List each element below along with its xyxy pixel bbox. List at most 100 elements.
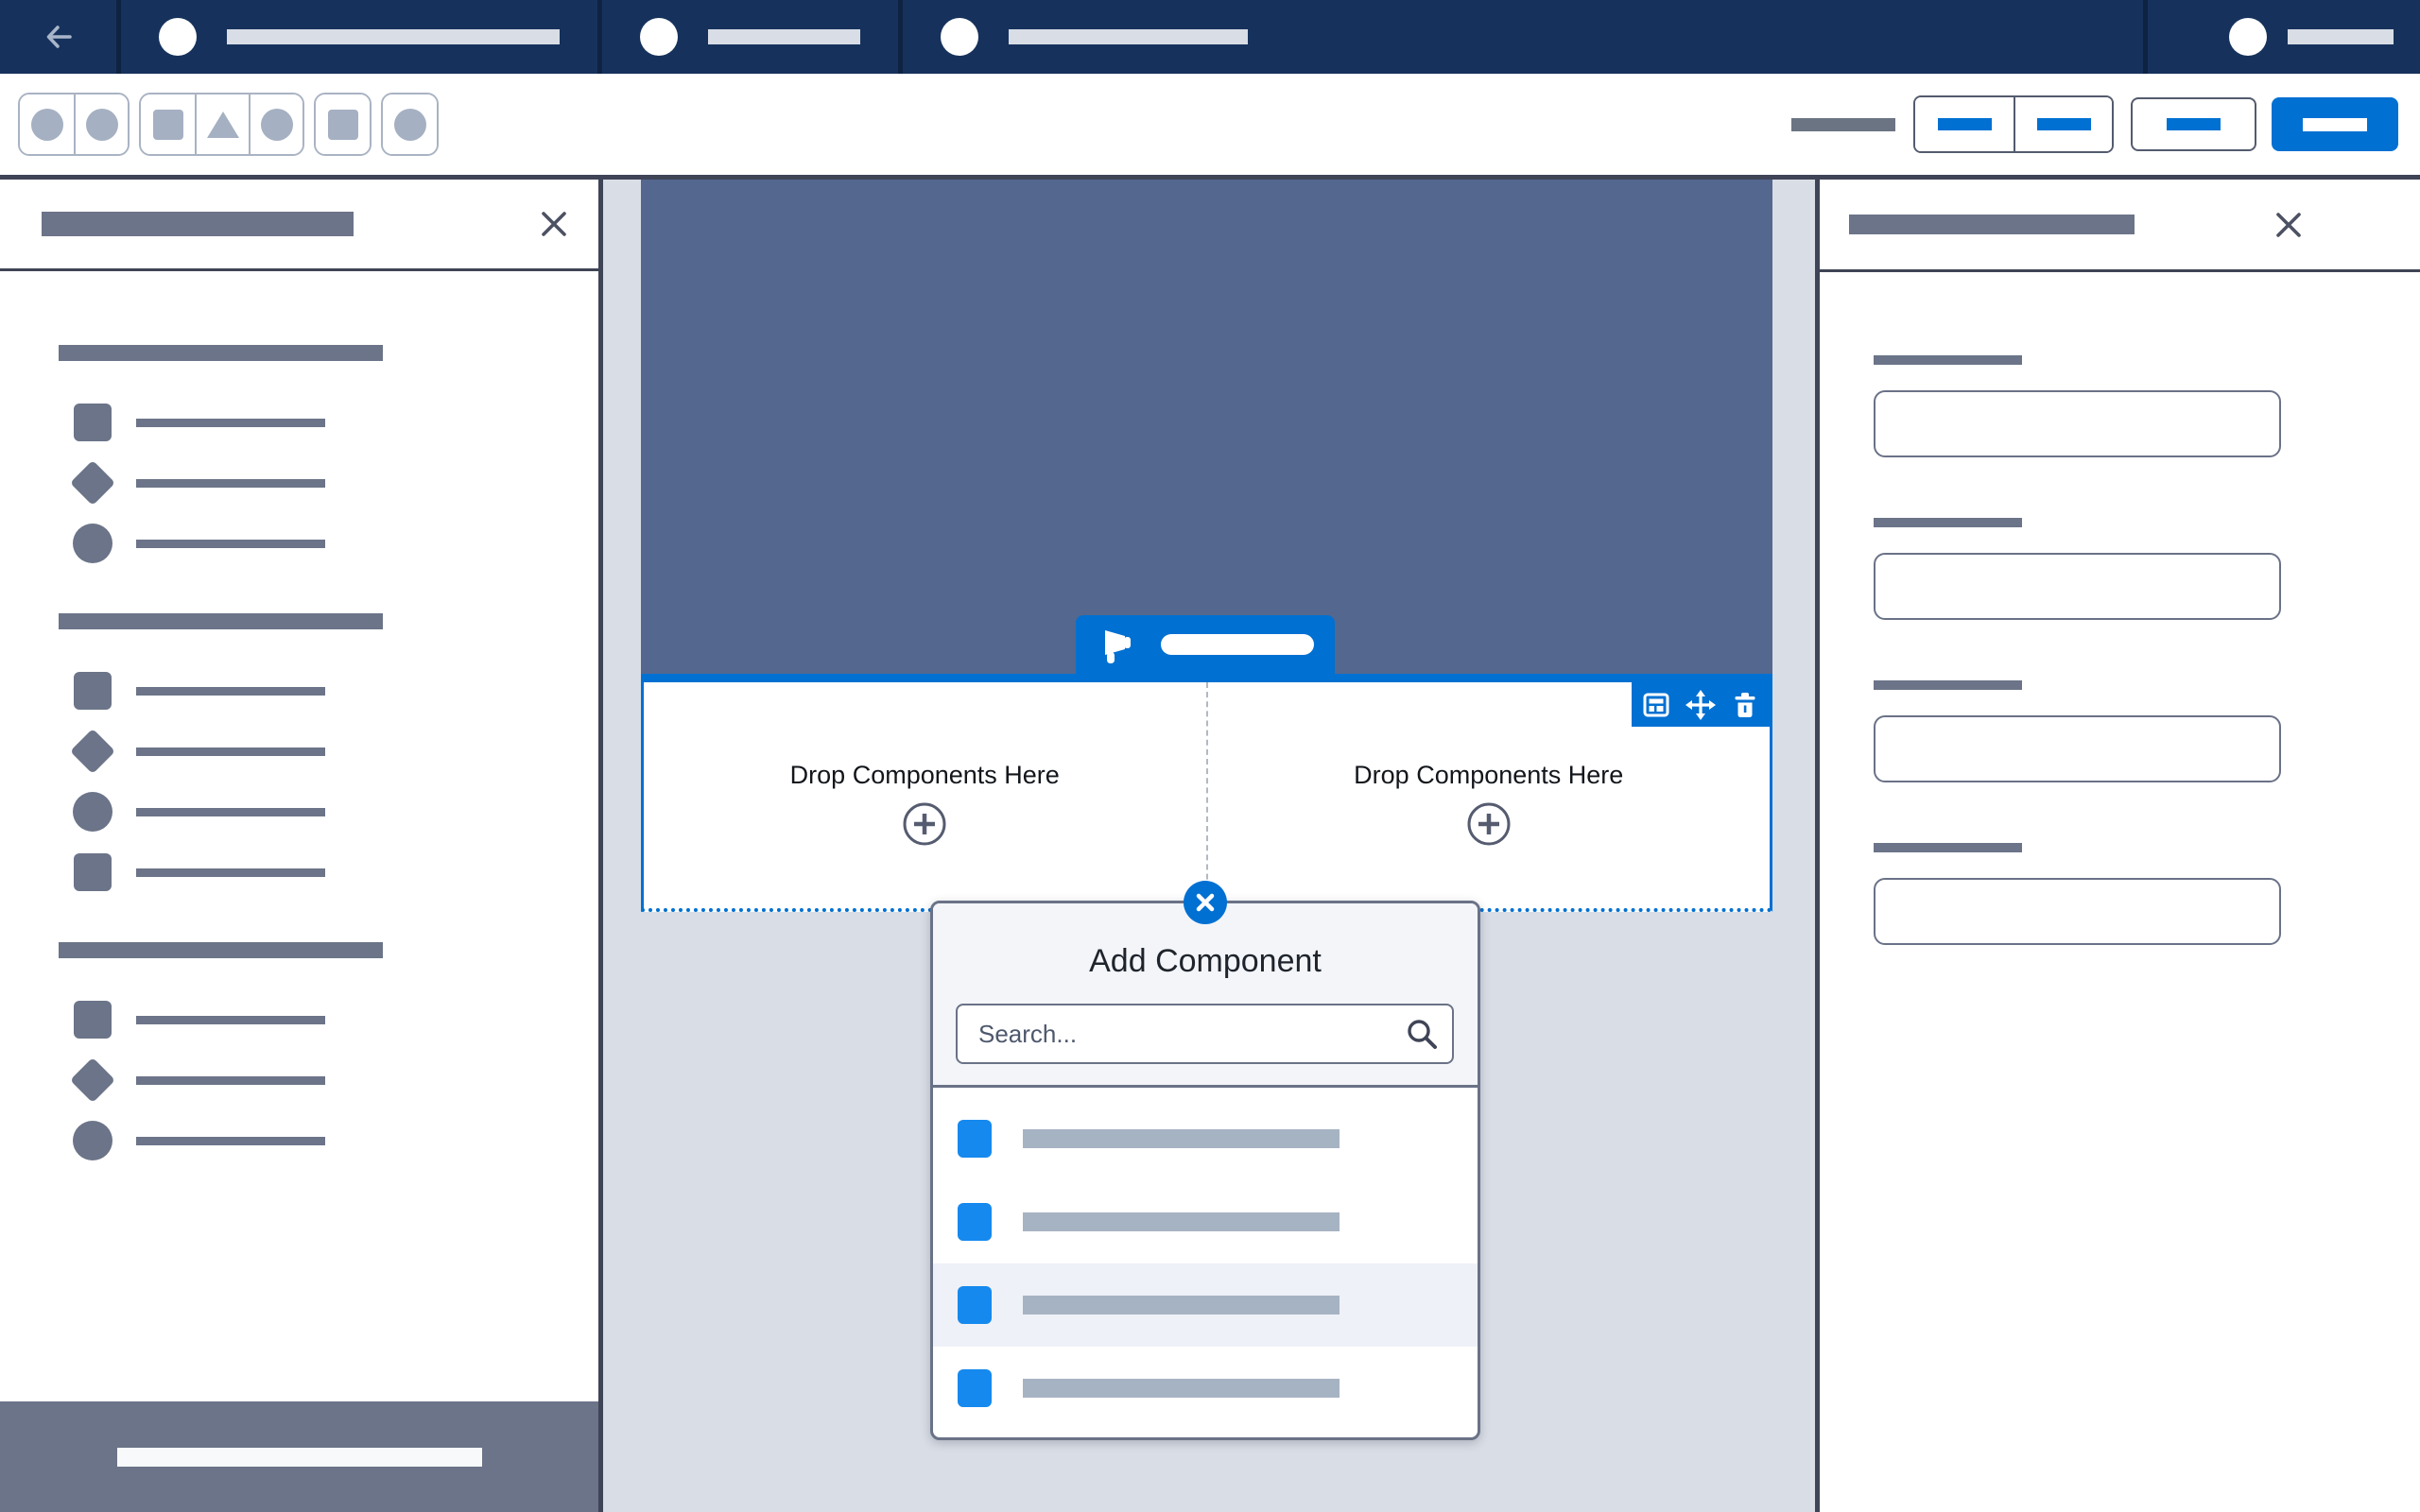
property-input[interactable] bbox=[1874, 715, 2281, 782]
components-panel-header bbox=[0, 180, 598, 271]
close-icon bbox=[538, 208, 570, 240]
dropzone-label: Drop Components Here bbox=[1354, 761, 1623, 790]
component-menu-item[interactable] bbox=[933, 1347, 1478, 1430]
circle-icon bbox=[73, 1121, 112, 1160]
component-menu-list bbox=[933, 1088, 1478, 1430]
toolbar-circle-button[interactable] bbox=[383, 94, 437, 154]
diamond-icon bbox=[70, 729, 115, 774]
circle-icon bbox=[73, 792, 112, 832]
toolbar-grouped-button[interactable] bbox=[1915, 97, 2014, 151]
component-menu-item[interactable] bbox=[933, 1097, 1478, 1180]
component-label-skeleton bbox=[136, 1016, 325, 1024]
component-list-item[interactable] bbox=[59, 997, 598, 1042]
arrow-left-icon bbox=[42, 20, 76, 54]
component-menu-item[interactable] bbox=[933, 1180, 1478, 1263]
toolbar-square-button[interactable] bbox=[316, 94, 370, 154]
header-tab[interactable] bbox=[602, 0, 903, 74]
component-label-skeleton bbox=[136, 1137, 325, 1145]
toolbar-icon-group bbox=[381, 93, 439, 156]
toolbar-icon-group bbox=[18, 93, 130, 156]
search-input[interactable] bbox=[956, 1004, 1454, 1064]
region-title-skeleton bbox=[1161, 634, 1314, 655]
component-label-skeleton bbox=[136, 419, 325, 427]
diamond-icon bbox=[70, 460, 115, 506]
add-component-button[interactable] bbox=[1466, 801, 1512, 847]
section-title-skeleton bbox=[59, 345, 383, 361]
field-label-skeleton bbox=[1874, 518, 2022, 527]
circle-icon bbox=[86, 109, 118, 141]
search-icon bbox=[1405, 1017, 1439, 1051]
component-list-item[interactable] bbox=[59, 460, 598, 506]
toolbar-circle-button[interactable] bbox=[249, 94, 302, 154]
dropzone-label: Drop Components Here bbox=[790, 761, 1060, 790]
property-input[interactable] bbox=[1874, 553, 2281, 620]
close-popover-button[interactable] bbox=[1184, 881, 1227, 924]
page-canvas: Drop Components Here Drop Components Her… bbox=[603, 180, 1815, 1512]
dropzone-left[interactable]: Drop Components Here bbox=[644, 682, 1208, 908]
selected-region[interactable]: Drop Components Here Drop Components Her… bbox=[641, 674, 1772, 912]
toolbar-triangle-button[interactable] bbox=[195, 94, 249, 154]
component-list-item[interactable] bbox=[59, 400, 598, 445]
tab-circle-icon bbox=[941, 18, 978, 56]
square-icon bbox=[74, 404, 112, 441]
components-panel bbox=[0, 180, 603, 1512]
component-list-item[interactable] bbox=[59, 668, 598, 713]
builder-toolbar bbox=[0, 74, 2420, 180]
properties-panel bbox=[1815, 180, 2420, 1512]
circle-icon bbox=[73, 524, 112, 563]
component-thumb-icon bbox=[958, 1203, 992, 1241]
property-input[interactable] bbox=[1874, 390, 2281, 457]
component-section bbox=[59, 345, 598, 566]
field-label-skeleton bbox=[1874, 355, 2022, 365]
toolbar-label-skeleton bbox=[1791, 118, 1895, 131]
region-layout-button[interactable] bbox=[1642, 691, 1670, 719]
region-delete-button[interactable] bbox=[1731, 691, 1759, 719]
component-section bbox=[59, 613, 598, 895]
component-thumb-icon bbox=[958, 1286, 992, 1324]
property-fields bbox=[1820, 272, 2420, 945]
component-list-item[interactable] bbox=[59, 521, 598, 566]
tab-circle-icon bbox=[640, 18, 678, 56]
header-spacer bbox=[1286, 0, 2143, 74]
add-component-button[interactable] bbox=[902, 801, 947, 847]
builder-content: Drop Components Here Drop Components Her… bbox=[0, 180, 2420, 1512]
move-icon bbox=[1685, 690, 1716, 720]
tab-circle-icon bbox=[159, 18, 197, 56]
circle-icon bbox=[394, 109, 426, 141]
header-tab[interactable] bbox=[903, 0, 1286, 74]
popover-header: Add Component bbox=[933, 903, 1478, 1088]
close-properties-panel-button[interactable] bbox=[2273, 209, 2305, 241]
component-list-item[interactable] bbox=[59, 729, 598, 774]
add-component-popover: Add Component bbox=[930, 901, 1480, 1440]
toolbar-grouped-button[interactable] bbox=[2014, 97, 2112, 151]
toolbar-square-button[interactable] bbox=[141, 94, 195, 154]
toolbar-circle-button[interactable] bbox=[20, 94, 74, 154]
toolbar-outline-button[interactable] bbox=[2131, 97, 2256, 151]
close-components-panel-button[interactable] bbox=[538, 208, 570, 240]
component-menu-item[interactable] bbox=[933, 1263, 1478, 1347]
component-label-skeleton bbox=[136, 687, 325, 696]
properties-panel-header bbox=[1820, 180, 2420, 272]
property-input[interactable] bbox=[1874, 878, 2281, 945]
tab-title-skeleton bbox=[1009, 29, 1248, 44]
user-name-skeleton bbox=[2288, 29, 2394, 44]
component-list-item[interactable] bbox=[59, 1118, 598, 1163]
toolbar-icon-group bbox=[139, 93, 304, 156]
component-list-item[interactable] bbox=[59, 1057, 598, 1103]
triangle-icon bbox=[207, 112, 239, 138]
region-move-button[interactable] bbox=[1685, 690, 1716, 720]
header-tab[interactable] bbox=[121, 0, 602, 74]
property-field bbox=[1874, 355, 2420, 457]
field-label-skeleton bbox=[1874, 680, 2022, 690]
back-button[interactable] bbox=[0, 0, 121, 74]
square-icon bbox=[153, 110, 183, 140]
toolbar-icon-groups bbox=[18, 93, 439, 156]
toolbar-primary-button[interactable] bbox=[2272, 97, 2398, 151]
user-menu[interactable] bbox=[2143, 0, 2420, 74]
panel-title-skeleton bbox=[42, 212, 354, 236]
section-title-skeleton bbox=[59, 613, 383, 629]
square-icon bbox=[74, 1001, 112, 1039]
component-list-item[interactable] bbox=[59, 789, 598, 834]
component-list-item[interactable] bbox=[59, 850, 598, 895]
toolbar-circle-button[interactable] bbox=[74, 94, 128, 154]
